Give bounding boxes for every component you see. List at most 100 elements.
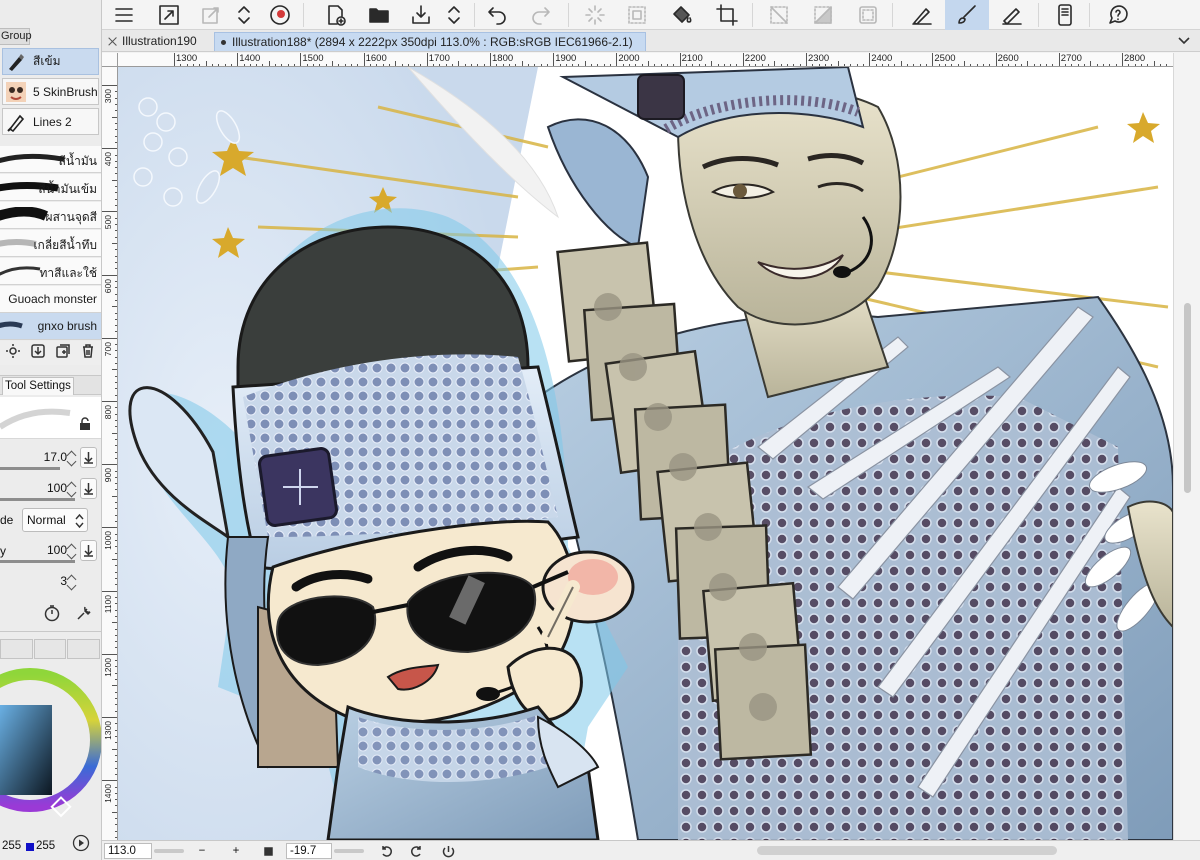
rotate-left-icon[interactable] xyxy=(378,843,394,859)
tab-illustration188[interactable]: Illustration188* (2894 x 2222px 350dpi 1… xyxy=(214,32,646,51)
ruler-horizontal[interactable]: 1300 1400 1500 1600 1700 1800 1900 2000 2100 2200… xyxy=(118,53,1173,67)
deselect-icon[interactable] xyxy=(764,0,794,30)
import-icon[interactable] xyxy=(30,343,46,364)
new-file-icon[interactable] xyxy=(320,0,350,30)
tab-illustration190[interactable]: Illustration190 xyxy=(104,32,203,51)
color-tab[interactable] xyxy=(33,639,67,659)
blend-mode-select[interactable]: Normal xyxy=(22,508,88,532)
brush-item[interactable]: gnxo brush xyxy=(0,313,101,340)
ruler-pen-icon[interactable] xyxy=(992,0,1032,30)
rotation-field[interactable]: -19.7 xyxy=(286,843,332,859)
sub-tool-skin-brush[interactable]: 5 SkinBrush xyxy=(2,78,99,105)
show-area-icon[interactable] xyxy=(853,0,883,30)
fill-bucket-icon[interactable] xyxy=(667,0,697,30)
density-slider[interactable] xyxy=(0,560,75,563)
close-icon[interactable] xyxy=(108,37,117,46)
color-tab[interactable] xyxy=(0,639,33,659)
loading-icon[interactable] xyxy=(580,0,610,30)
opacity-slider[interactable] xyxy=(0,498,75,501)
menu-icon[interactable] xyxy=(110,0,138,30)
zoom-in-button[interactable]: + xyxy=(228,843,244,859)
vertical-scrollbar[interactable] xyxy=(1173,53,1200,840)
brush-size-slider[interactable] xyxy=(0,467,60,470)
save-icon[interactable] xyxy=(406,0,436,30)
undo-icon[interactable] xyxy=(482,0,512,30)
lock-icon[interactable] xyxy=(79,417,91,436)
brush-tool-icon[interactable] xyxy=(945,0,989,30)
opacity-value[interactable]: 100 xyxy=(47,481,67,495)
trash-icon[interactable] xyxy=(80,343,96,364)
clear-selection-icon[interactable] xyxy=(622,0,652,30)
zoom-out-button[interactable]: − xyxy=(194,843,210,859)
reset-rotation-icon[interactable] xyxy=(440,843,456,859)
horizontal-scrollbar-thumb[interactable] xyxy=(757,846,1057,855)
density-value[interactable]: 100 xyxy=(47,543,67,557)
brush-item[interactable]: Guoach monster xyxy=(0,286,101,313)
sub-tool-group-tab[interactable]: Group xyxy=(0,28,32,45)
ruler-tick xyxy=(932,53,934,66)
settings-icon[interactable] xyxy=(5,343,21,364)
updown-icon[interactable] xyxy=(442,0,466,30)
fit-view-button[interactable] xyxy=(260,843,276,859)
ruler-label: 2200 xyxy=(744,53,766,64)
sub-tool-label: Lines 2 xyxy=(33,114,72,129)
brush-size-value[interactable]: 17.0 xyxy=(44,450,67,464)
redo-icon[interactable] xyxy=(526,0,556,30)
opacity-row: 100 xyxy=(0,476,101,502)
ruler-label: 2400 xyxy=(871,53,893,64)
sub-tool-label: สีเข้ม xyxy=(33,54,61,68)
brush-item[interactable]: ทาสีและใช้ xyxy=(0,258,101,285)
brush-stroke-preview xyxy=(0,153,65,164)
zoom-field[interactable]: 113.0 xyxy=(104,843,152,859)
brush-size-stepper[interactable] xyxy=(67,448,77,468)
tab-tool-settings[interactable]: Tool Settings xyxy=(2,377,74,395)
brush-item[interactable]: สีน้ำมันเข้ม xyxy=(0,174,101,201)
wrench-icon[interactable] xyxy=(75,604,93,627)
ruler-label: 2700 xyxy=(1060,53,1082,64)
play-icon[interactable] xyxy=(72,834,90,857)
chevron-down-icon[interactable] xyxy=(1178,34,1190,46)
transform-icon[interactable] xyxy=(197,0,225,30)
density-dynamics-button[interactable] xyxy=(80,540,97,561)
count-stepper[interactable] xyxy=(67,572,77,592)
duplicate-icon[interactable] xyxy=(55,343,71,364)
ruler-tick xyxy=(174,53,175,66)
main-toolbar xyxy=(102,0,1200,30)
record-icon[interactable] xyxy=(265,0,295,30)
rotate-right-icon[interactable] xyxy=(408,843,424,859)
sub-tool-ink[interactable]: สีเข้ม xyxy=(2,48,99,75)
brush-item[interactable]: ผสานจุดสี xyxy=(0,202,101,229)
help-icon[interactable] xyxy=(1100,0,1136,30)
timer-icon[interactable] xyxy=(43,604,61,627)
size-dynamics-button[interactable] xyxy=(80,447,97,468)
opacity-stepper[interactable] xyxy=(67,479,77,499)
zoom-slider[interactable] xyxy=(154,849,184,853)
color-wheel-panel xyxy=(0,660,101,860)
opacity-dynamics-button[interactable] xyxy=(80,478,97,499)
color-swatch[interactable] xyxy=(26,843,34,851)
updown-icon[interactable] xyxy=(232,0,256,30)
color-tab[interactable] xyxy=(67,639,101,659)
ruler-label: 1500 xyxy=(302,53,324,64)
brush-item[interactable]: เกลี่ยสีน้ำทึบ xyxy=(0,230,101,257)
color-wheel[interactable] xyxy=(0,660,101,840)
device-icon[interactable] xyxy=(1047,0,1083,30)
drawing-canvas[interactable] xyxy=(118,67,1173,840)
density-stepper[interactable] xyxy=(67,541,77,561)
ruler-vertical[interactable]: 300 400 500 600 700 800 900 1000 1100 1200 1300 140… xyxy=(102,67,118,840)
fit-canvas-icon[interactable] xyxy=(154,0,184,30)
invert-selection-icon[interactable] xyxy=(808,0,838,30)
ruler-label: 1200 xyxy=(103,657,113,677)
crop-icon[interactable] xyxy=(712,0,742,30)
ruler-tick xyxy=(102,527,117,529)
sub-tool-lines[interactable]: Lines 2 xyxy=(2,108,99,135)
pen-settings-icon[interactable] xyxy=(902,0,942,30)
scrollbar-thumb[interactable] xyxy=(1184,303,1191,493)
brush-item[interactable]: สีน้ำมัน xyxy=(0,146,101,173)
open-folder-icon[interactable] xyxy=(364,0,394,30)
ruler-tick xyxy=(1058,53,1060,66)
count-row: 3 xyxy=(0,569,101,595)
ruler-label: 1300 xyxy=(103,721,113,740)
rotation-slider[interactable] xyxy=(334,849,364,853)
ruler-tick xyxy=(102,590,117,592)
